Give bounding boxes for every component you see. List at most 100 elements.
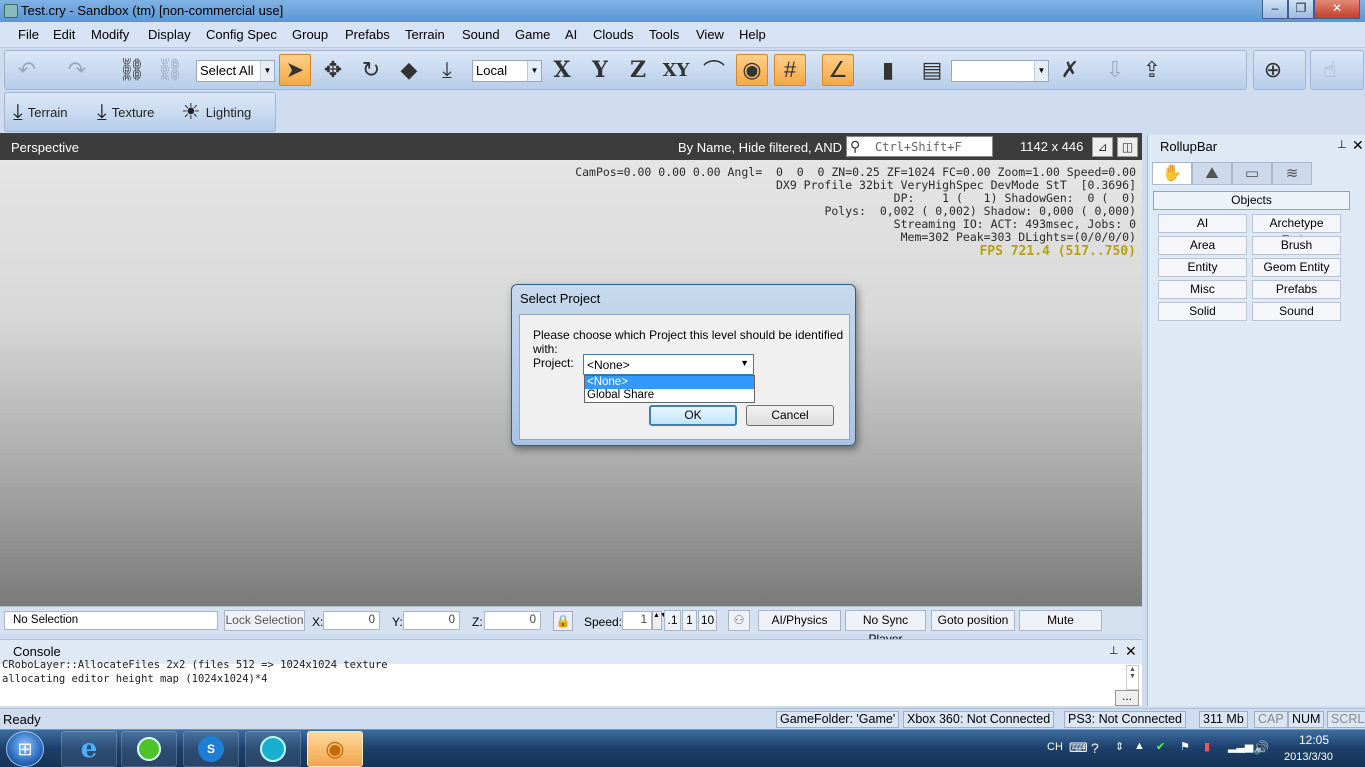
coord-system-combo[interactable]: Local ▼	[472, 60, 542, 82]
ok-button[interactable]: OK	[649, 405, 737, 426]
menu-file[interactable]: File	[18, 27, 39, 42]
clock-date[interactable]: 2013/3/30	[1284, 751, 1333, 763]
console-output[interactable]: CRoboLayer::AllocateFiles 2x2 (files 512…	[2, 659, 388, 686]
drop-to-ground-icon[interactable]: ⤓	[431, 54, 463, 86]
pin-icon[interactable]: ⊥	[1337, 138, 1347, 151]
menu-ai[interactable]: AI	[565, 27, 577, 42]
menu-sound[interactable]: Sound	[462, 27, 500, 42]
menu-view[interactable]: View	[696, 27, 724, 42]
object-entity-button[interactable]: Entity	[1158, 258, 1247, 277]
axis-x-button[interactable]: X	[546, 54, 578, 86]
objects-tab-icon[interactable]: ✋	[1152, 162, 1192, 185]
object-ai-button[interactable]: AI	[1158, 214, 1247, 233]
taskbar-green-app-icon[interactable]	[121, 731, 177, 767]
object-archetype-entity-button[interactable]: Archetype Entity	[1252, 214, 1341, 247]
no-sync-player-button[interactable]: No Sync Player	[845, 610, 926, 646]
menu-edit[interactable]: Edit	[53, 27, 75, 42]
snap-surface-icon[interactable]: ⌒	[698, 54, 730, 86]
grid-snap-icon[interactable]: #	[774, 54, 806, 86]
object-sound-button[interactable]: Sound	[1252, 302, 1341, 321]
goto-position-button[interactable]: Goto position	[931, 610, 1015, 631]
object-solid-button[interactable]: Solid	[1158, 302, 1247, 321]
network-icon[interactable]: ▂▃▅	[1228, 740, 1253, 753]
battery-icon[interactable]: ▮	[1204, 740, 1210, 753]
reload-icon[interactable]: ⇪	[1136, 54, 1168, 86]
tray-language[interactable]: CH	[1047, 741, 1063, 753]
select-arrow-icon[interactable]: ➤	[279, 54, 311, 86]
layers-tab-icon[interactable]: ≋	[1272, 162, 1312, 185]
angle-snap-icon[interactable]: ∠	[822, 54, 854, 86]
menu-modify[interactable]: Modify	[91, 27, 129, 42]
selection-combo[interactable]: Select All ▼	[196, 60, 275, 82]
undo-icon[interactable]: ↶	[11, 54, 43, 86]
console-scrollbar[interactable]: ▲ ▼	[1126, 665, 1139, 690]
menu-config-spec[interactable]: Config Spec	[206, 27, 277, 42]
move-icon[interactable]: ✥	[317, 54, 349, 86]
speed-01-button[interactable]: .1	[664, 610, 681, 631]
layer-combo[interactable]: ▼	[951, 60, 1049, 82]
ai-physics-button[interactable]: AI/Physics	[758, 610, 841, 631]
viewport-name[interactable]: Perspective	[11, 140, 79, 155]
menu-display[interactable]: Display	[148, 27, 191, 42]
menu-prefabs[interactable]: Prefabs	[345, 27, 390, 42]
axis-xy-button[interactable]: XY	[660, 54, 692, 86]
texture-button[interactable]: ⤓ Texture	[97, 99, 154, 125]
flag-icon[interactable]: ⚑	[1180, 740, 1190, 753]
menu-help[interactable]: Help	[739, 27, 766, 42]
speed-input[interactable]: 1	[622, 611, 652, 630]
object-area-button[interactable]: Area	[1158, 236, 1247, 255]
close-button[interactable]: ✕	[1314, 0, 1360, 19]
ruler-icon[interactable]: ▮	[872, 54, 904, 86]
taskbar-s-app-icon[interactable]: S	[183, 731, 239, 767]
lighting-button[interactable]: ☀ Lighting	[181, 99, 251, 125]
help-icon[interactable]: ?	[1091, 740, 1099, 756]
taskbar-sandbox-icon[interactable]: ◉	[307, 731, 363, 767]
option-global-share[interactable]: Global Share	[585, 389, 754, 402]
terrain-button[interactable]: ⤓ Terrain	[13, 99, 67, 125]
object-search-field[interactable]: ⚲ Ctrl+Shift+F	[846, 136, 993, 157]
y-coord-input[interactable]: 0	[403, 611, 460, 630]
export-icon[interactable]: ⇩	[1099, 54, 1131, 86]
close-icon[interactable]: ✕	[1352, 137, 1364, 154]
menu-group[interactable]: Group	[292, 27, 328, 42]
security-icon[interactable]: ✔	[1156, 740, 1165, 753]
taskbar-film-app-icon[interactable]	[245, 731, 301, 767]
ime-icon[interactable]: ⇕	[1115, 740, 1124, 753]
menu-terrain[interactable]: Terrain	[405, 27, 445, 42]
taskbar-ie-icon[interactable]: e	[61, 731, 117, 767]
start-button-icon[interactable]: ⊞	[6, 731, 44, 767]
speed-10-button[interactable]: 10	[698, 610, 717, 631]
cursor-icon[interactable]: ☝	[1314, 54, 1346, 86]
cancel-button[interactable]: Cancel	[746, 405, 834, 426]
clock-time[interactable]: 12:05	[1299, 733, 1329, 747]
lock-icon[interactable]: 🔒	[553, 611, 573, 631]
objects-section-header[interactable]: Objects	[1153, 191, 1350, 210]
speed-1-button[interactable]: 1	[682, 610, 697, 631]
close-icon[interactable]: ✕	[1125, 643, 1137, 660]
delete-icon[interactable]: ✗	[1054, 54, 1086, 86]
menu-tools[interactable]: Tools	[649, 27, 679, 42]
mute-button[interactable]: Mute	[1019, 610, 1102, 631]
scale-icon[interactable]: ◆	[393, 54, 425, 86]
menu-clouds[interactable]: Clouds	[593, 27, 633, 42]
pin-icon[interactable]: ⊿	[1092, 137, 1113, 157]
object-prefabs-button[interactable]: Prefabs	[1252, 280, 1341, 299]
project-dropdown[interactable]: <None> ▼	[583, 354, 754, 375]
lock-selection-button[interactable]: Lock Selection	[224, 610, 305, 631]
axis-z-button[interactable]: Z	[622, 54, 654, 86]
axis-y-button[interactable]: Y	[584, 54, 616, 86]
volume-icon[interactable]: 🔊	[1253, 740, 1269, 756]
x-coord-input[interactable]: 0	[323, 611, 380, 630]
maximize-viewport-icon[interactable]: ◫	[1117, 137, 1138, 157]
terrain-tab-icon[interactable]: ⛰	[1192, 162, 1232, 185]
console-more-button[interactable]: ...	[1115, 690, 1139, 706]
maximize-button[interactable]: ❐	[1288, 0, 1314, 19]
menu-game[interactable]: Game	[515, 27, 550, 42]
z-coord-input[interactable]: 0	[484, 611, 541, 630]
minimize-button[interactable]: ‒	[1262, 0, 1288, 19]
unlink-icon[interactable]: ⛓	[154, 54, 186, 86]
rotate-icon[interactable]: ↻	[355, 54, 387, 86]
object-brush-button[interactable]: Brush	[1252, 236, 1341, 255]
object-misc-button[interactable]: Misc	[1158, 280, 1247, 299]
show-hidden-icons-icon[interactable]: ▲	[1134, 740, 1145, 752]
